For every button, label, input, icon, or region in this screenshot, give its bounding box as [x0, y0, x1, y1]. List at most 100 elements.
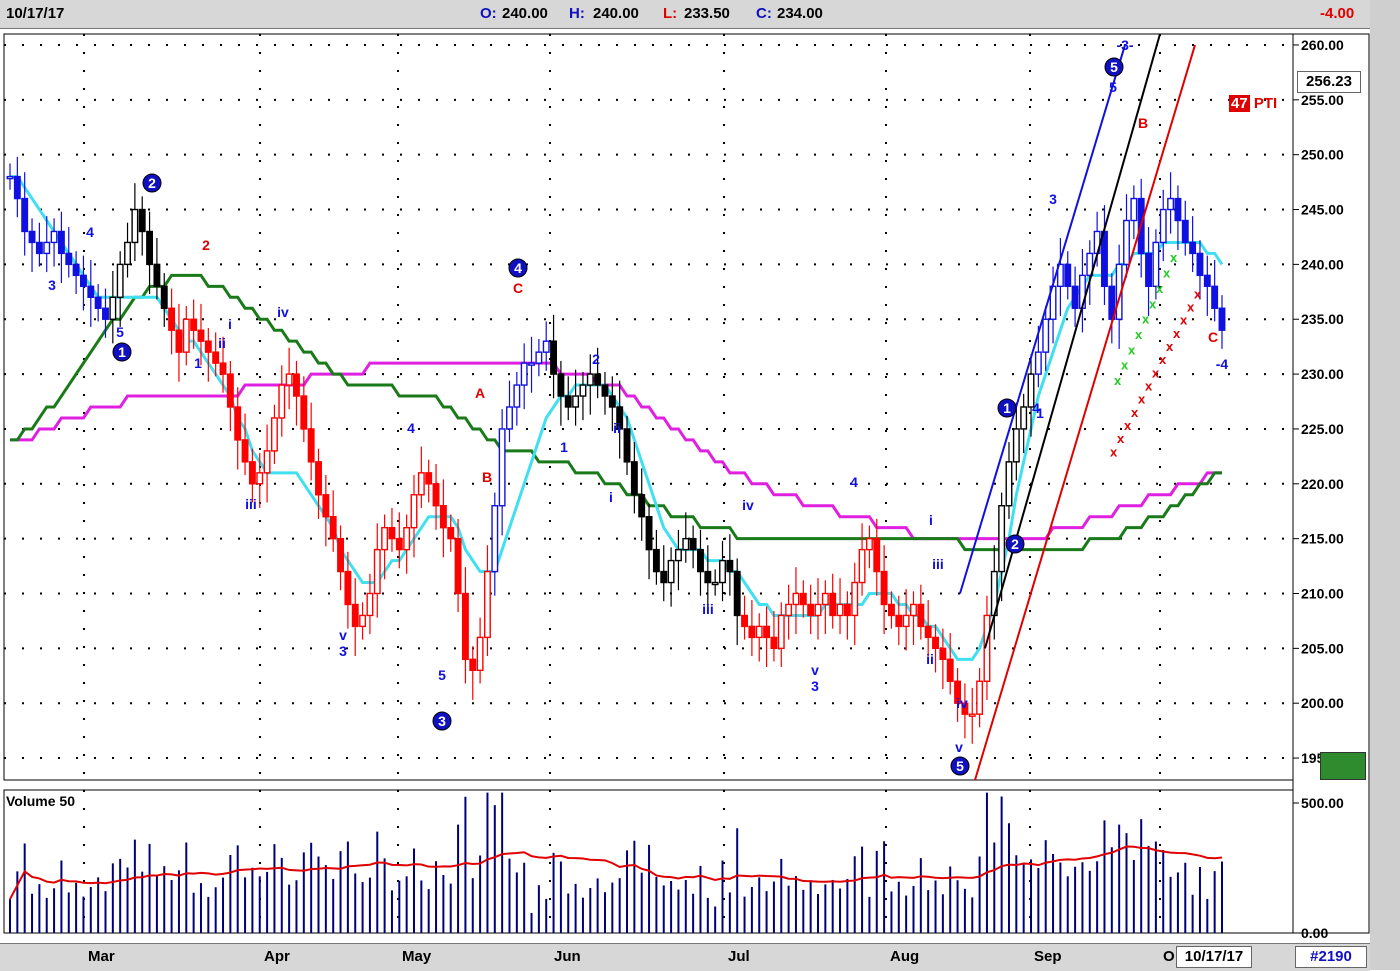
price-bar [263, 450, 271, 474]
price-bar [535, 351, 543, 364]
price-bar [175, 329, 183, 353]
projection-marker-red: x [1117, 431, 1125, 446]
price-bar [190, 318, 198, 331]
low-label: L: [663, 5, 678, 22]
price-bar [1159, 208, 1167, 244]
price-bar [1167, 197, 1175, 211]
wave-label: iv [742, 497, 754, 513]
wave-label: 2 [592, 351, 600, 367]
y-tick-label: 220.00 [1301, 476, 1344, 492]
wave-label: iii [932, 556, 944, 572]
price-bar [1181, 219, 1189, 244]
price-bar [344, 570, 352, 606]
price-bar [204, 340, 212, 353]
price-bar [403, 526, 411, 551]
price-bar [550, 340, 558, 375]
wave-label: 4 [850, 474, 858, 490]
volume-tick-label: 500.00 [1301, 795, 1344, 811]
wave-label: iii [245, 496, 257, 512]
price-bar [57, 230, 65, 255]
price-bar [351, 603, 359, 628]
price-bar [660, 570, 668, 584]
y-tick-label: 200.00 [1301, 695, 1344, 711]
price-bar [28, 230, 36, 244]
wave-label: v [811, 662, 819, 678]
price-bar [976, 680, 984, 715]
y-tick-label: 215.00 [1301, 531, 1344, 547]
wave-label: C [1208, 329, 1218, 345]
price-bar [234, 406, 242, 441]
y-tick-label: 235.00 [1301, 311, 1344, 327]
wave-label: 5 [1110, 59, 1118, 75]
price-bar [1101, 230, 1108, 288]
price-bar [79, 274, 87, 288]
price-bar [315, 461, 322, 496]
price-bar [50, 230, 58, 244]
price-bar [1174, 197, 1182, 222]
price-bar [932, 636, 939, 650]
price-bar [763, 625, 771, 639]
price-bar [792, 592, 800, 606]
y-tick-label: 255.00 [1301, 92, 1344, 108]
price-bar [491, 505, 499, 573]
price-bar [1211, 285, 1219, 309]
price-chart: 2345121iiiiiiivv3453ABC412iiiiiiivv34iii… [3, 33, 1370, 960]
current-date-box: 10/17/17 [1176, 946, 1252, 968]
price-bar [586, 373, 594, 386]
projection-marker-red: x [1180, 313, 1188, 328]
wave-label: iv [956, 695, 968, 711]
price-bar [1020, 406, 1028, 430]
wave-label: 4 [407, 420, 415, 436]
price-bar [836, 603, 844, 617]
price-bar [506, 406, 513, 430]
price-bar [484, 570, 491, 639]
price-bar [880, 570, 888, 606]
price-bar [939, 647, 947, 661]
price-bar [1005, 461, 1013, 507]
price-bar [395, 537, 403, 551]
price-bar [469, 658, 477, 671]
price-bar [72, 263, 80, 277]
price-bar [182, 318, 190, 353]
price-bar [102, 307, 109, 320]
close-value: 234.00 [777, 5, 823, 22]
wave-label: C [513, 280, 523, 296]
chart-settings-icon[interactable] [1320, 752, 1366, 780]
price-bar [917, 603, 925, 628]
price-bar [226, 373, 234, 408]
price-bar [865, 537, 873, 551]
price-bar [65, 252, 73, 266]
projection-marker-red: x [1166, 339, 1174, 354]
month-label: Apr [264, 948, 290, 965]
projection-marker-red: x [1124, 418, 1132, 433]
wave-label: 3 [1049, 191, 1057, 207]
price-bar [1042, 318, 1050, 353]
price-bar [924, 625, 932, 639]
price-bar [968, 713, 976, 717]
price-bar [667, 559, 675, 584]
right-scroll-strip[interactable] [1370, 0, 1400, 970]
price-bar [1123, 219, 1130, 266]
price-bar [520, 362, 528, 386]
wave-label: ii [613, 420, 621, 436]
price-bar [410, 494, 418, 529]
price-bar [6, 175, 14, 180]
price-bar [1145, 252, 1152, 288]
price-bar [579, 384, 587, 397]
wave-label: i [228, 316, 232, 332]
wave-label: v [339, 627, 347, 643]
wave-label: 5 [438, 667, 446, 683]
projection-marker-red: x [1131, 405, 1139, 420]
month-label: Sep [1034, 948, 1062, 965]
wave-label: 2 [1011, 536, 1019, 552]
price-bar [572, 395, 580, 408]
price-bar [366, 592, 374, 617]
month-label: Jun [554, 948, 581, 965]
wave-label: 1 [560, 439, 568, 455]
price-bar [1152, 241, 1160, 288]
projection-marker-red: x [1194, 286, 1202, 301]
y-tick-label: 250.00 [1301, 147, 1344, 163]
price-bar [741, 614, 748, 628]
price-bar [1218, 307, 1226, 331]
price-bar [425, 472, 433, 485]
